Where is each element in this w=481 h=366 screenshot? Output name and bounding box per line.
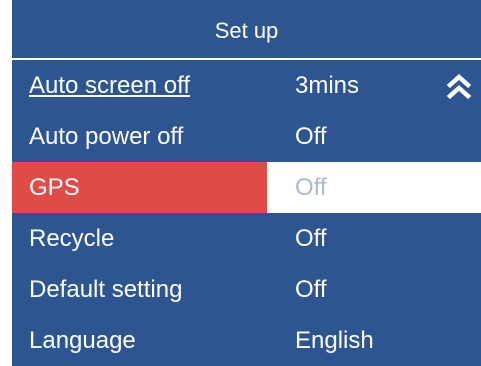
page-title: Set up	[214, 18, 279, 43]
menu-item-value: Off	[295, 276, 327, 303]
menu-item-value: Off	[267, 162, 481, 213]
menu-item-language[interactable]: Language English	[12, 315, 481, 366]
menu-item-label: Language	[29, 327, 136, 354]
menu-item-recycle[interactable]: Recycle Off	[12, 213, 481, 264]
menu-item-auto-screen-off[interactable]: Auto screen off 3mins	[12, 60, 481, 111]
menu-item-gps[interactable]: GPS Off	[12, 162, 481, 213]
menu-item-value: English	[295, 327, 374, 354]
menu-item-label: GPS	[12, 162, 267, 213]
menu-item-auto-power-off[interactable]: Auto power off Off	[12, 111, 481, 162]
settings-menu: Auto screen off 3mins Auto power off Off…	[12, 60, 481, 366]
menu-item-value: Off	[295, 225, 327, 252]
header: Set up	[12, 0, 481, 60]
menu-item-default-setting[interactable]: Default setting Off	[12, 264, 481, 315]
setup-screen: Set up Auto screen off 3mins Auto power …	[12, 0, 481, 366]
menu-item-label: Recycle	[29, 225, 115, 252]
menu-item-value: Off	[295, 123, 327, 150]
double-chevron-up-icon[interactable]	[444, 71, 474, 101]
menu-item-label: Auto screen off	[29, 72, 190, 99]
menu-item-label: Auto power off	[29, 123, 184, 150]
menu-item-label: Default setting	[29, 276, 183, 303]
